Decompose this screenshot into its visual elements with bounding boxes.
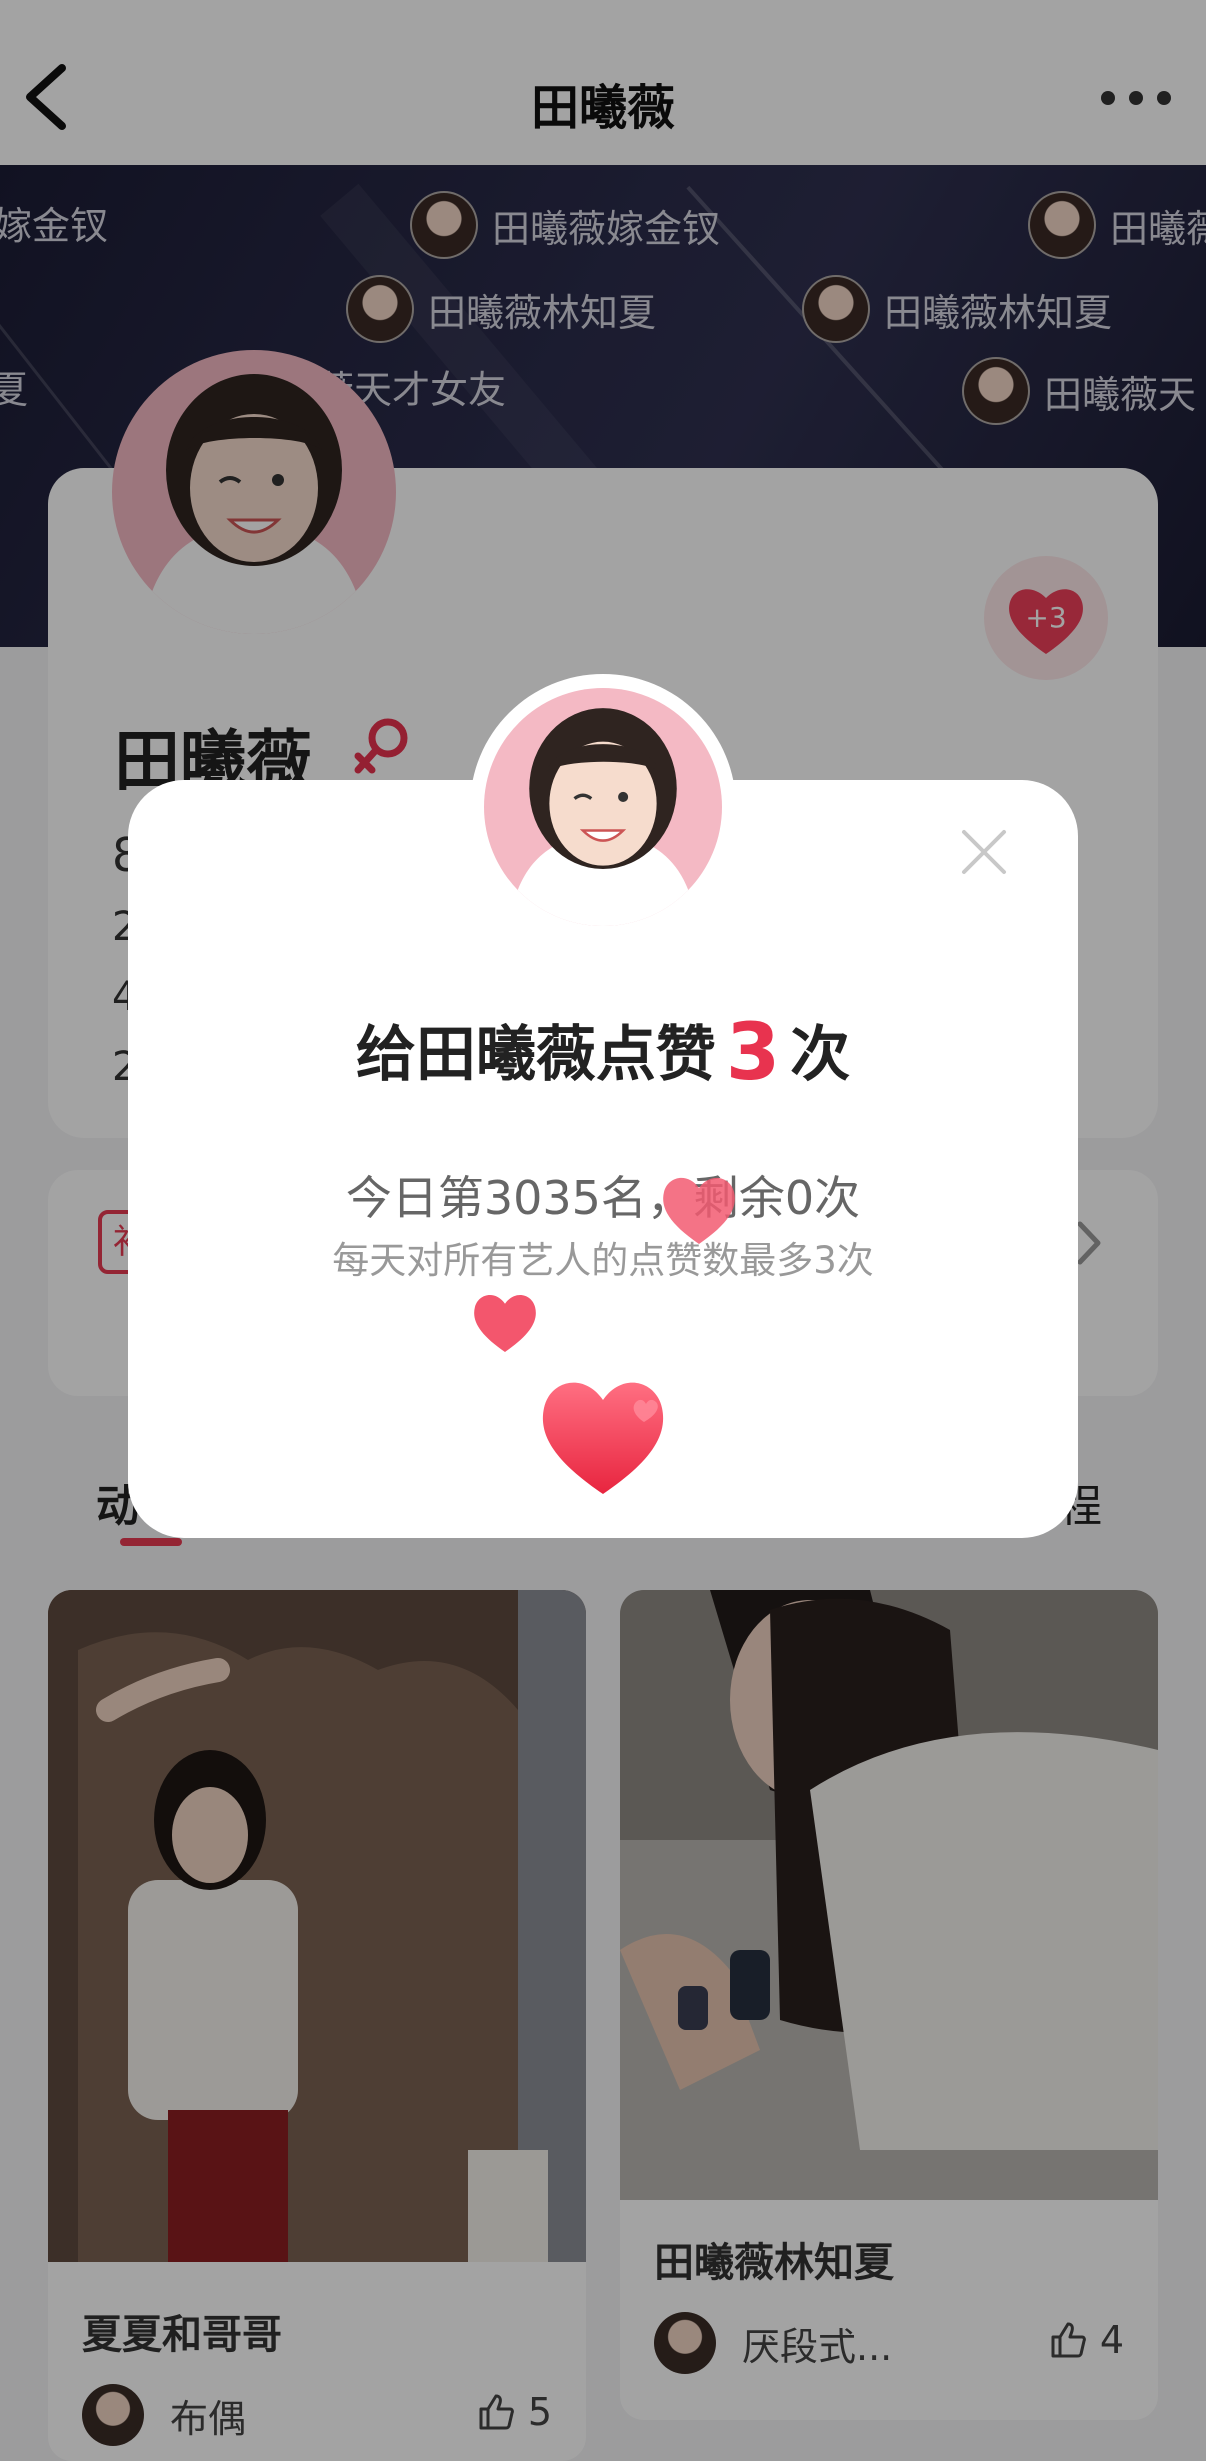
heart-button[interactable]: [532, 1366, 674, 1500]
heart-icon: [542, 1382, 664, 1494]
dialog-avatar: [470, 674, 736, 940]
heart-icon: [468, 1286, 542, 1356]
headline-suffix: 次: [790, 1020, 851, 1090]
heart-icon: [656, 1168, 742, 1248]
daily-rank-text: 今日第3035名，剩余0次: [345, 1171, 861, 1225]
like-headline: 给田曦薇点赞 3 次: [128, 1006, 1078, 1098]
close-icon[interactable]: [956, 824, 1012, 880]
limit-note: 每天对所有艺人的点赞数最多3次: [332, 1239, 874, 1282]
like-count-number: 3: [725, 1008, 781, 1098]
headline-text: 给田曦薇点赞: [355, 1020, 716, 1090]
